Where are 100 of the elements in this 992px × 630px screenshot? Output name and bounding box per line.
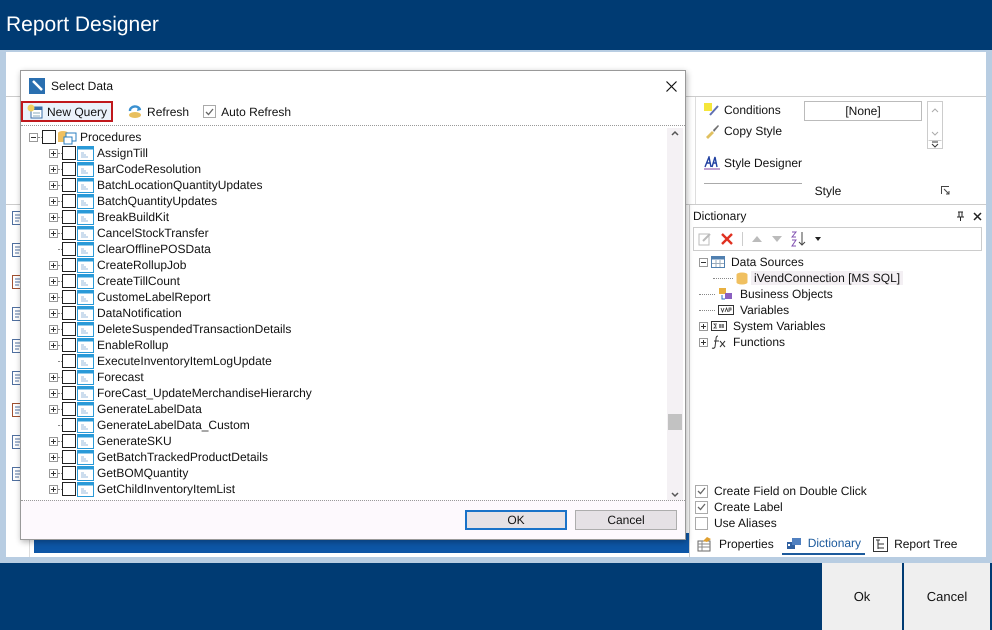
dialog-launcher-icon[interactable] — [941, 186, 950, 195]
tree-checkbox[interactable] — [62, 210, 76, 224]
expand-icon[interactable] — [699, 322, 708, 330]
tree-item[interactable]: BatchLocationQuantityUpdates — [94, 178, 262, 192]
expand-icon[interactable] — [49, 404, 58, 414]
tree-item[interactable]: Forecast — [94, 370, 144, 384]
delete-icon[interactable] — [720, 232, 734, 246]
auto-refresh-checkbox[interactable]: Auto Refresh — [203, 104, 292, 118]
tree-item[interactable]: System Variables — [730, 319, 828, 333]
tree-item[interactable]: GetBatchTrackedProductDetails — [94, 450, 268, 464]
tree-checkbox[interactable] — [62, 290, 76, 304]
expand-icon[interactable] — [49, 308, 58, 318]
expand-icon[interactable] — [49, 196, 58, 206]
tree-item[interactable]: DataNotification — [94, 306, 182, 320]
expand-icon[interactable] — [49, 164, 58, 174]
footer-button[interactable]: Cancel — [904, 563, 990, 630]
tree-item[interactable]: BarCodeResolution — [94, 162, 202, 176]
expand-icon[interactable] — [49, 260, 58, 270]
expand-icon[interactable] — [49, 340, 58, 350]
panel-tab[interactable]: Properties — [693, 534, 778, 555]
tree-item[interactable]: Functions — [730, 335, 788, 349]
tree-item[interactable]: GetChildInventoryItemList — [94, 482, 236, 496]
tree-checkbox[interactable] — [62, 306, 76, 320]
expand-icon[interactable] — [49, 148, 58, 158]
option-checkbox[interactable]: Create Field on Double Click — [695, 484, 982, 498]
dialog-button[interactable]: Cancel — [575, 510, 677, 530]
expand-icon[interactable] — [49, 324, 58, 334]
footer-button[interactable]: Ok — [822, 563, 902, 630]
tree-item[interactable]: Business Objects — [737, 287, 836, 301]
tree-item[interactable]: Variables — [737, 303, 792, 317]
expand-icon[interactable] — [699, 338, 708, 346]
tree-checkbox[interactable] — [42, 130, 56, 144]
scrollbar-thumb[interactable] — [668, 414, 682, 430]
tree-item[interactable]: ExecuteInventoryItemLogUpdate — [94, 354, 272, 368]
sort-icon[interactable] — [791, 231, 807, 247]
close-icon[interactable] — [973, 212, 982, 220]
tree-item[interactable]: EnableRollup — [94, 338, 168, 352]
tree-item[interactable]: BatchQuantityUpdates — [94, 194, 218, 208]
tree-checkbox[interactable] — [62, 434, 76, 448]
ribbon-command[interactable]: Copy Style — [704, 121, 782, 141]
dropdown-arrow-icon[interactable] — [815, 237, 821, 241]
panel-tab[interactable]: Report Tree — [869, 534, 962, 555]
tree-checkbox[interactable] — [62, 242, 76, 256]
gallery-scrollbar[interactable] — [927, 101, 943, 149]
tree-checkbox[interactable] — [62, 162, 76, 176]
tree-item[interactable]: Procedures — [77, 130, 142, 144]
tree-checkbox[interactable] — [62, 450, 76, 464]
tree-checkbox[interactable] — [62, 482, 76, 496]
tree-item[interactable]: Data Sources — [728, 255, 807, 269]
expand-icon[interactable] — [49, 228, 58, 238]
tree-item[interactable]: ForeCast_UpdateMerchandiseHierarchy — [94, 386, 312, 400]
tree-item[interactable]: GenerateSKU — [94, 434, 172, 448]
expand-icon[interactable] — [49, 212, 58, 222]
pin-icon[interactable] — [956, 211, 965, 221]
tree-item[interactable]: BreakBuildKit — [94, 210, 170, 224]
tree-checkbox[interactable] — [62, 402, 76, 416]
expand-icon[interactable] — [49, 436, 58, 446]
tree-checkbox[interactable] — [62, 386, 76, 400]
expand-icon[interactable] — [49, 372, 58, 382]
style-gallery-item[interactable]: [None] — [804, 101, 922, 121]
tree-item[interactable]: AssignTill — [94, 146, 148, 160]
tree-checkbox[interactable] — [62, 418, 76, 432]
expand-icon[interactable] — [49, 388, 58, 398]
tree-item[interactable]: CreateRollupJob — [94, 258, 186, 272]
close-icon[interactable] — [666, 80, 677, 92]
refresh-button[interactable]: Refresh — [121, 102, 196, 122]
expand-icon[interactable] — [49, 452, 58, 462]
panel-tab[interactable]: Dictionary — [782, 534, 866, 555]
expand-icon[interactable] — [49, 468, 58, 478]
ribbon-command[interactable]: Conditions — [704, 101, 781, 119]
tree-item[interactable]: CreateTillCount — [94, 274, 180, 288]
tree-checkbox[interactable] — [62, 194, 76, 208]
ribbon-command[interactable]: Style Designer — [704, 143, 802, 184]
tree-item[interactable]: ClearOfflinePOSData — [94, 242, 211, 256]
collapse-icon[interactable] — [699, 258, 708, 266]
tree-item[interactable]: CustomeLabelReport — [94, 290, 210, 304]
tree-item[interactable]: GenerateLabelData — [94, 402, 202, 416]
tree-item[interactable]: GetBOMQuantity — [94, 466, 188, 480]
tree-item[interactable]: DeleteSuspendedTransactionDetails — [94, 322, 292, 336]
tree-checkbox[interactable] — [62, 322, 76, 336]
tree-checkbox[interactable] — [62, 466, 76, 480]
expand-icon[interactable] — [49, 484, 58, 494]
tree-item[interactable]: iVendConnection [MS SQL] — [751, 271, 904, 285]
dialog-button[interactable]: OK — [465, 510, 567, 530]
tree-checkbox[interactable] — [62, 354, 76, 368]
expand-icon[interactable] — [49, 276, 58, 286]
scrollbar[interactable] — [667, 128, 683, 500]
tree-checkbox[interactable] — [62, 178, 76, 192]
tree-checkbox[interactable] — [62, 338, 76, 352]
expand-icon[interactable] — [49, 292, 58, 302]
tree-checkbox[interactable] — [62, 226, 76, 240]
tree-checkbox[interactable] — [62, 146, 76, 160]
tree-item[interactable]: CancelStockTransfer — [94, 226, 209, 240]
collapse-icon[interactable] — [29, 132, 38, 142]
tree-checkbox[interactable] — [62, 258, 76, 272]
expand-icon[interactable] — [49, 180, 58, 190]
tree-checkbox[interactable] — [62, 370, 76, 384]
tree-item[interactable]: GenerateLabelData_Custom — [94, 418, 250, 432]
option-checkbox[interactable]: Create Label — [695, 500, 982, 514]
tree-checkbox[interactable] — [62, 274, 76, 288]
